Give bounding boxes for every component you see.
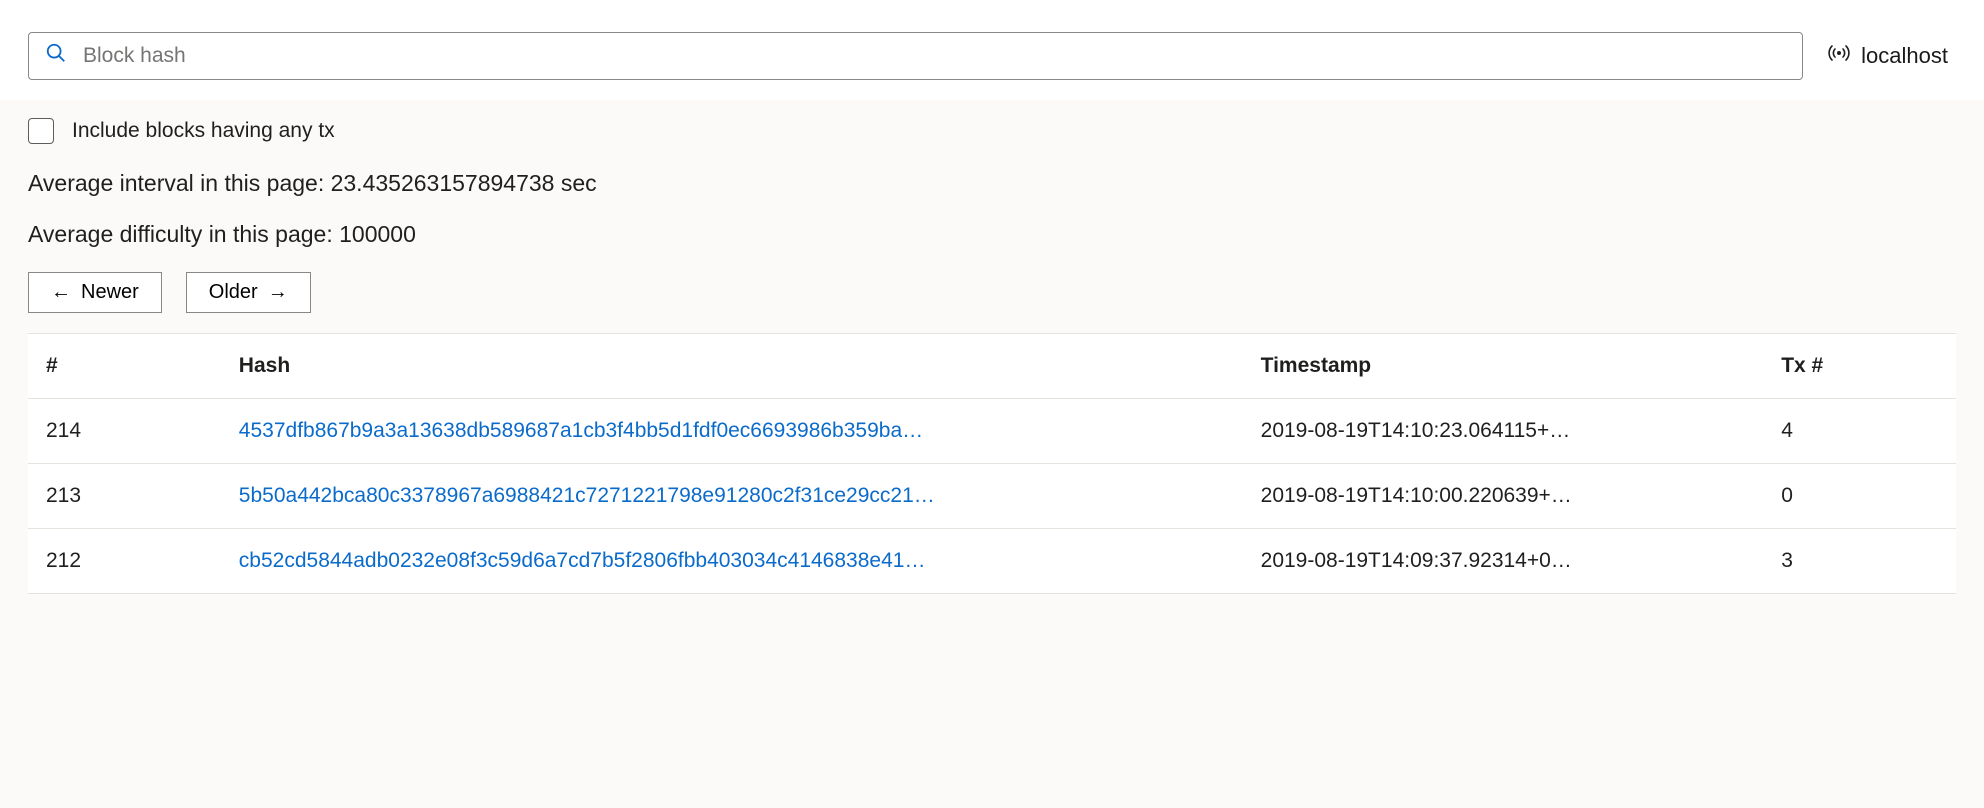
older-button[interactable]: Older → (186, 272, 311, 313)
table-row: 214 4537dfb867b9a3a13638db589687a1cb3f4b… (28, 399, 1956, 464)
table-row: 213 5b50a442bca80c3378967a6988421c727122… (28, 464, 1956, 529)
cell-index: 212 (28, 529, 221, 594)
pager: ← Newer Older → (28, 272, 1956, 313)
cell-index: 213 (28, 464, 221, 529)
cell-tx: 0 (1763, 464, 1956, 529)
newer-label: Newer (81, 281, 139, 304)
th-index[interactable]: # (28, 334, 221, 399)
endpoint-indicator[interactable]: localhost (1827, 41, 1956, 71)
arrow-right-icon: → (268, 281, 288, 304)
older-label: Older (209, 281, 258, 304)
cell-hash: 5b50a442bca80c3378967a6988421c7271221798… (221, 464, 1243, 529)
endpoint-label: localhost (1861, 43, 1948, 69)
th-hash[interactable]: Hash (221, 334, 1243, 399)
cell-hash: cb52cd5844adb0232e08f3c59d6a7cd7b5f2806f… (221, 529, 1243, 594)
search-input[interactable] (83, 44, 1786, 68)
cell-tx: 3 (1763, 529, 1956, 594)
arrow-left-icon: ← (51, 281, 71, 304)
avg-interval-line: Average interval in this page: 23.435263… (28, 170, 1956, 197)
include-any-tx-label: Include blocks having any tx (72, 119, 335, 143)
topbar: localhost (0, 0, 1984, 100)
hash-link[interactable]: cb52cd5844adb0232e08f3c59d6a7cd7b5f2806f… (239, 549, 926, 572)
cell-timestamp: 2019-08-19T14:10:00.220639+… (1243, 464, 1764, 529)
hash-link[interactable]: 5b50a442bca80c3378967a6988421c7271221798… (239, 484, 935, 507)
include-any-tx-toggle[interactable]: Include blocks having any tx (28, 118, 1956, 144)
cell-timestamp: 2019-08-19T14:10:23.064115+… (1243, 399, 1764, 464)
search-icon (45, 42, 67, 70)
blocks-table: # Hash Timestamp Tx # 214 4537dfb867b9a3… (28, 333, 1956, 594)
broadcast-icon (1827, 41, 1851, 71)
hash-link[interactable]: 4537dfb867b9a3a13638db589687a1cb3f4bb5d1… (239, 419, 923, 442)
avg-difficulty-line: Average difficulty in this page: 100000 (28, 221, 1956, 248)
search-box[interactable] (28, 32, 1803, 80)
cell-tx: 4 (1763, 399, 1956, 464)
cell-hash: 4537dfb867b9a3a13638db589687a1cb3f4bb5d1… (221, 399, 1243, 464)
th-timestamp[interactable]: Timestamp (1243, 334, 1764, 399)
checkbox-box[interactable] (28, 118, 54, 144)
table-row: 212 cb52cd5844adb0232e08f3c59d6a7cd7b5f2… (28, 529, 1956, 594)
cell-timestamp: 2019-08-19T14:09:37.92314+0… (1243, 529, 1764, 594)
cell-index: 214 (28, 399, 221, 464)
table-header-row: # Hash Timestamp Tx # (28, 334, 1956, 399)
content: Include blocks having any tx Average int… (0, 100, 1984, 594)
newer-button[interactable]: ← Newer (28, 272, 162, 313)
th-tx[interactable]: Tx # (1763, 334, 1956, 399)
